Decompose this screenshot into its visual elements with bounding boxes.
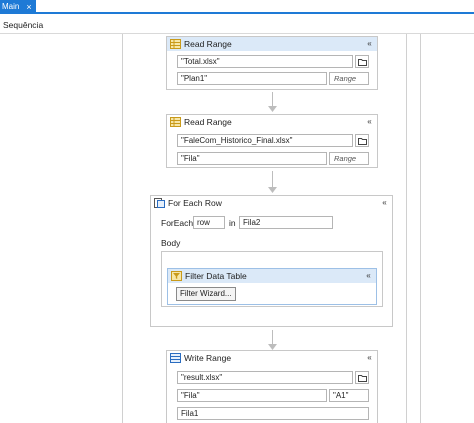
write-range-activity[interactable]: Write Range « "result.xlsx" "Fila" "A1" … bbox=[166, 350, 378, 423]
workbook-path-input[interactable]: "Total.xlsx" bbox=[177, 55, 353, 68]
browse-folder-button[interactable] bbox=[355, 371, 369, 384]
folder-icon bbox=[358, 375, 367, 382]
in-label: in bbox=[229, 218, 236, 228]
breadcrumb-sequence[interactable]: Sequência bbox=[3, 20, 43, 30]
document-tab-bar: Main × bbox=[0, 0, 474, 14]
activity-title: Write Range bbox=[184, 353, 232, 363]
browse-folder-button[interactable] bbox=[355, 134, 369, 147]
folder-icon bbox=[358, 138, 367, 145]
sheet-name-input[interactable]: "Fila" bbox=[177, 389, 327, 402]
activity-header[interactable]: For Each Row « bbox=[151, 196, 392, 210]
read-range-activity-1[interactable]: Read Range « "Total.xlsx" "Plan1" Range bbox=[166, 36, 378, 90]
foreach-label: ForEach bbox=[161, 218, 194, 228]
activity-title: Filter Data Table bbox=[185, 271, 247, 281]
tab-main[interactable]: Main × bbox=[0, 0, 36, 14]
datatable-input[interactable]: Fila1 bbox=[177, 407, 369, 420]
start-cell-input[interactable]: "A1" bbox=[329, 389, 369, 402]
close-icon[interactable]: × bbox=[24, 0, 34, 14]
breadcrumb: Sequência bbox=[0, 16, 474, 34]
filter-wizard-button[interactable]: Filter Wizard... bbox=[176, 287, 236, 301]
for-each-icon bbox=[154, 198, 165, 208]
range-input[interactable]: Range bbox=[329, 72, 369, 85]
collapse-icon[interactable]: « bbox=[380, 197, 389, 208]
range-input[interactable]: Range bbox=[329, 152, 369, 165]
workbook-path-input[interactable]: "result.xlsx" bbox=[177, 371, 353, 384]
folder-icon bbox=[358, 59, 367, 66]
activity-header[interactable]: Write Range « bbox=[167, 351, 377, 365]
activity-title: For Each Row bbox=[168, 198, 222, 208]
activity-header[interactable]: Read Range « bbox=[167, 115, 377, 129]
sequence-border-left bbox=[122, 34, 123, 423]
activity-header[interactable]: Read Range « bbox=[167, 37, 377, 51]
sequence-connector bbox=[268, 171, 277, 195]
browse-folder-button[interactable] bbox=[355, 55, 369, 68]
collapse-icon[interactable]: « bbox=[364, 270, 373, 281]
foreach-item-input[interactable]: row bbox=[193, 216, 225, 229]
filter-data-table-activity[interactable]: Filter Data Table « Filter Wizard... bbox=[167, 268, 377, 305]
for-each-row-activity[interactable]: For Each Row « ForEach row in Fila2 Body… bbox=[150, 195, 393, 327]
activity-header[interactable]: Filter Data Table « bbox=[168, 269, 376, 283]
sheet-name-input[interactable]: "Fila" bbox=[177, 152, 327, 165]
filter-table-icon bbox=[171, 271, 182, 281]
activity-title: Read Range bbox=[184, 117, 232, 127]
body-label: Body bbox=[161, 238, 181, 248]
sequence-connector bbox=[268, 330, 277, 352]
sequence-border-right bbox=[406, 34, 407, 423]
canvas-scrollbar-track bbox=[420, 34, 421, 423]
body-container[interactable]: Filter Data Table « Filter Wizard... bbox=[161, 251, 383, 307]
sequence-connector bbox=[268, 92, 277, 114]
write-range-icon bbox=[170, 353, 181, 363]
spreadsheet-icon bbox=[170, 117, 181, 127]
activity-title: Read Range bbox=[184, 39, 232, 49]
collection-input[interactable]: Fila2 bbox=[239, 216, 333, 229]
sheet-name-input[interactable]: "Plan1" bbox=[177, 72, 327, 85]
collapse-icon[interactable]: « bbox=[365, 352, 374, 363]
read-range-activity-2[interactable]: Read Range « "FaleCom_Historico_Final.xl… bbox=[166, 114, 378, 168]
workbook-path-input[interactable]: "FaleCom_Historico_Final.xlsx" bbox=[177, 134, 353, 147]
collapse-icon[interactable]: « bbox=[365, 38, 374, 49]
spreadsheet-icon bbox=[170, 39, 181, 49]
designer-canvas[interactable]: Read Range « "Total.xlsx" "Plan1" Range … bbox=[0, 34, 474, 423]
tab-main-label: Main bbox=[2, 2, 20, 11]
collapse-icon[interactable]: « bbox=[365, 116, 374, 127]
